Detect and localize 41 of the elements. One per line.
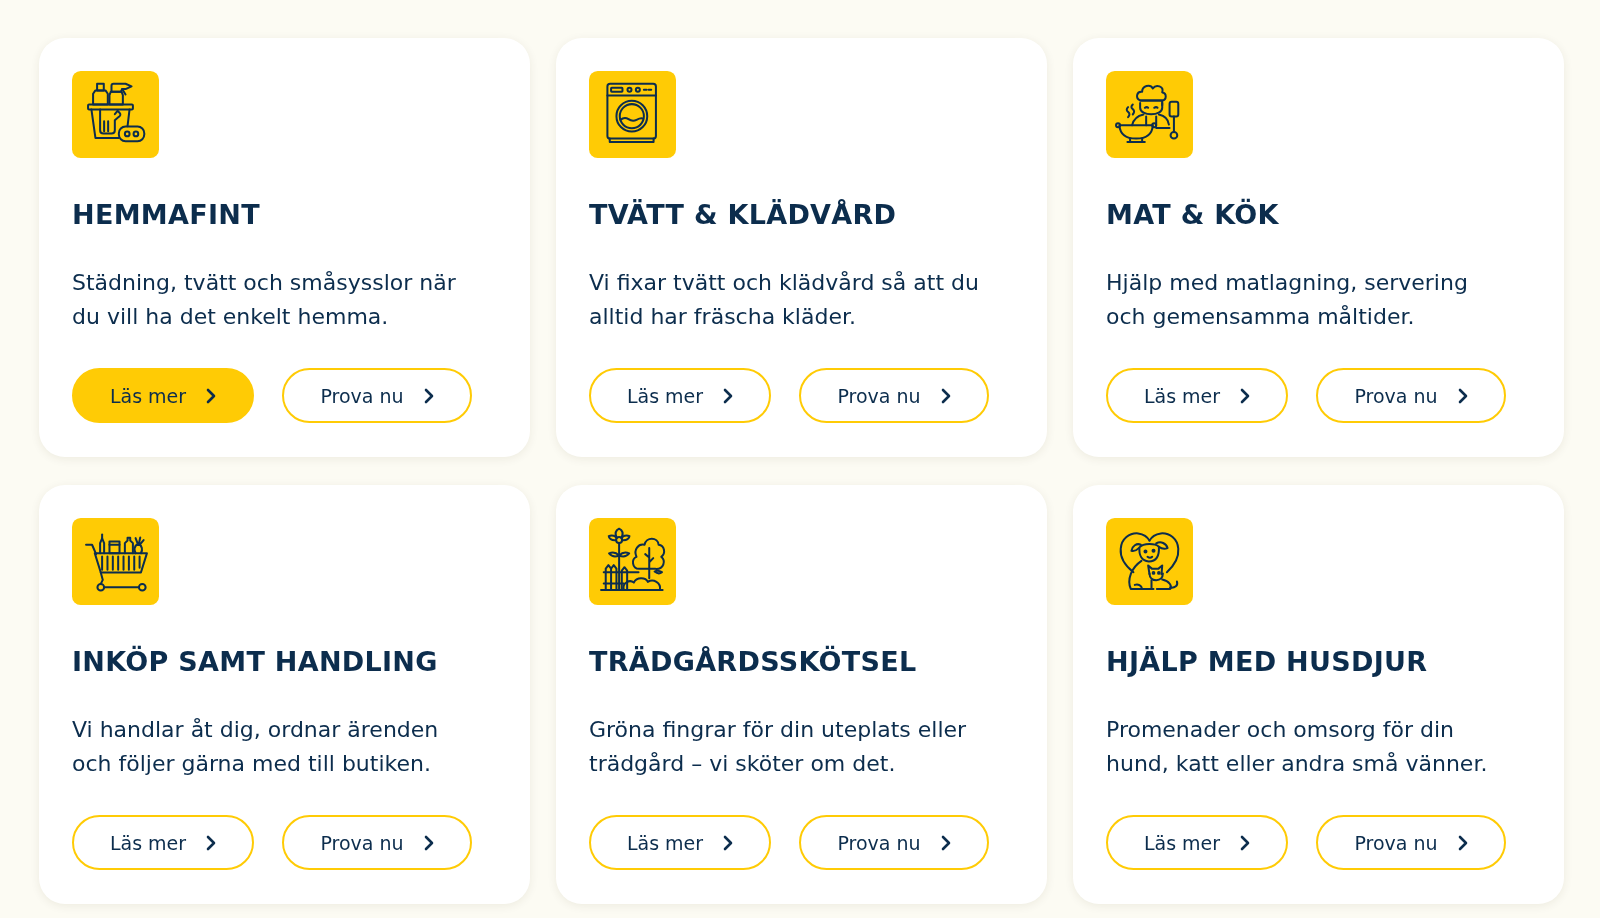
read-more-button[interactable]: Läs mer: [589, 815, 771, 870]
card-description: Gröna fingrar för din uteplats eller trädgård – vi sköter om det.: [589, 716, 968, 778]
chevron-right-icon: [423, 834, 434, 851]
try-now-button[interactable]: Prova nu: [1316, 815, 1506, 870]
flower-fence-tree-icon: [589, 518, 676, 605]
card-title: INKÖP SAMT HANDLING: [72, 645, 438, 679]
card-title: HEMMAFINT: [72, 198, 260, 232]
card-description: Promenader och omsorg för din hund, katt eller andra små vänner.: [1106, 716, 1489, 778]
try-now-button[interactable]: Prova nu: [799, 368, 989, 423]
try-now-button[interactable]: Prova nu: [799, 815, 989, 870]
chevron-right-icon: [1240, 834, 1251, 851]
card-description: Vi fixar tvätt och klädvård så att du alltid har fräscha kläder.: [589, 269, 980, 331]
card-title: MAT & KÖK: [1106, 198, 1279, 232]
read-more-button[interactable]: Läs mer: [1106, 368, 1288, 423]
read-more-button[interactable]: Läs mer: [589, 368, 771, 423]
card-title: TVÄTT & KLÄDVÅRD: [589, 198, 897, 232]
cleaning-supplies-icon: [72, 71, 159, 158]
chevron-right-icon: [723, 387, 734, 404]
washing-machine-icon: [589, 71, 676, 158]
chef-cooking-icon: [1106, 71, 1193, 158]
chevron-right-icon: [1457, 387, 1468, 404]
chevron-right-icon: [1240, 387, 1251, 404]
card-description: Hjälp med matlagning, servering och gemensamma måltider.: [1106, 269, 1469, 331]
chevron-right-icon: [940, 834, 951, 851]
chevron-right-icon: [940, 387, 951, 404]
card-title: TRÄDGÅRDSSKÖTSEL: [589, 645, 917, 679]
card-description: Vi handlar åt dig, ordnar ärenden och följer gärna med till butiken.: [72, 716, 440, 778]
chevron-right-icon: [1457, 834, 1468, 851]
read-more-button[interactable]: Läs mer: [72, 368, 254, 423]
chevron-right-icon: [423, 387, 434, 404]
chevron-right-icon: [206, 834, 217, 851]
read-more-button[interactable]: Läs mer: [72, 815, 254, 870]
try-now-button[interactable]: Prova nu: [282, 368, 472, 423]
chevron-right-icon: [723, 834, 734, 851]
chevron-right-icon: [206, 387, 217, 404]
shopping-cart-icon: [72, 518, 159, 605]
try-now-button[interactable]: Prova nu: [1316, 368, 1506, 423]
read-more-button[interactable]: Läs mer: [1106, 815, 1288, 870]
card-description: Städning, tvätt och småsysslor när du vill ha det enkelt hemma.: [72, 269, 457, 331]
card-title: HJÄLP MED HUSDJUR: [1106, 645, 1428, 679]
try-now-button[interactable]: Prova nu: [282, 815, 472, 870]
